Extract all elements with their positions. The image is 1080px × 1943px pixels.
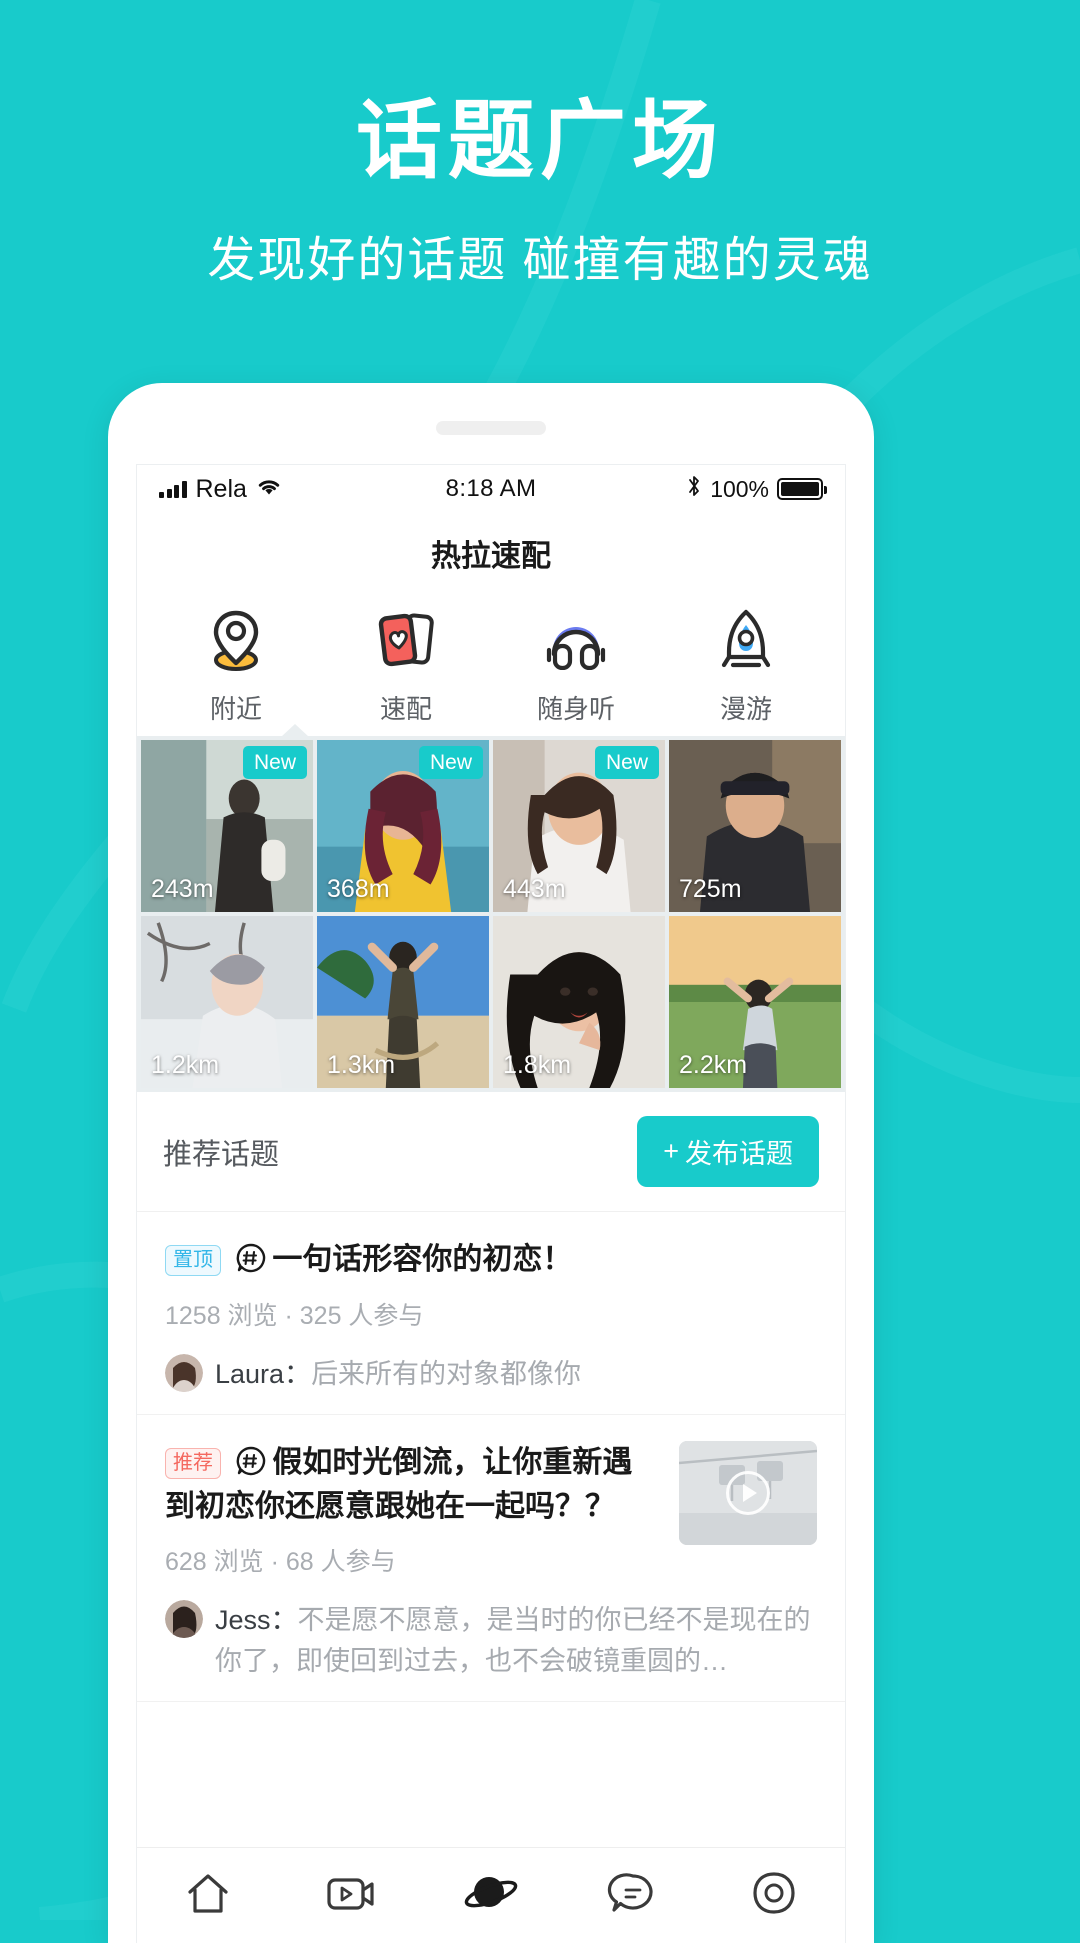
battery-percent: 100% [710, 475, 770, 502]
rocket-icon [709, 603, 783, 677]
phone-mockup: Rela 8:18 AM 100% 热拉速配 附近 速配 随身听 漫游 New … [108, 383, 874, 1943]
comment-user: Laura： [215, 1358, 312, 1389]
grid-cell[interactable]: New 443m [493, 740, 665, 912]
distance-label: 2.2km [679, 1051, 748, 1079]
topic-item[interactable]: 置顶 一句话形容你的初恋！ 1258 浏览 · 325 人参与 Laura：后来… [137, 1212, 845, 1415]
grid-cell[interactable]: 1.3km [317, 916, 489, 1088]
status-badge: 置顶 [165, 1245, 221, 1276]
bluetooth-icon [686, 474, 702, 504]
topic-thumbnail[interactable] [679, 1441, 817, 1545]
distance-label: 1.3km [327, 1051, 396, 1079]
new-badge: New [594, 746, 659, 780]
post-topic-button[interactable]: + 发布话题 [637, 1116, 819, 1187]
plus-icon: + [663, 1136, 679, 1166]
topic-title-row: 置顶 一句话形容你的初恋！ [165, 1238, 817, 1282]
grid-cell[interactable]: 1.2km [141, 916, 313, 1088]
feature-tab-label: 随身听 [536, 694, 615, 724]
topic-comment[interactable]: Jess：不是愿不愿意，是当时的你已经不是现在的你了，即使回到过去，也不会破镜重… [165, 1600, 817, 1681]
comment-text: Laura：后来所有的对象都像你 [215, 1354, 581, 1395]
chat-bubble-icon [607, 1868, 659, 1923]
status-time: 8:18 AM [445, 475, 537, 502]
active-tab-caret [281, 724, 309, 737]
recommend-header: 推荐话题 + 发布话题 [137, 1092, 845, 1212]
nearby-photo-grid: New 243m New 368m New 443m 725m 1.2km 1.… [137, 736, 845, 1092]
headphones-icon [539, 603, 613, 677]
recommend-title: 推荐话题 [163, 1138, 280, 1171]
comment-text: Jess：不是愿不愿意，是当时的你已经不是现在的你了，即使回到过去，也不会破镜重… [215, 1600, 817, 1681]
phone-speaker [436, 421, 546, 435]
feature-tab-match[interactable]: 速配 [321, 603, 491, 726]
grid-cell[interactable]: 1.8km [493, 916, 665, 1088]
feature-tab-radio[interactable]: 随身听 [491, 603, 661, 726]
topic-meta: 1258 浏览 · 325 人参与 [165, 1301, 424, 1330]
page-subtitle: 发现好的话题 碰撞有趣的灵魂 [207, 234, 873, 288]
grid-cell[interactable]: 725m [669, 740, 841, 912]
topic-title-text: 一句话形容你的初恋！ [272, 1243, 573, 1276]
avatar [165, 1353, 203, 1392]
wifi-icon [256, 475, 282, 503]
hashtag-icon [236, 1445, 266, 1476]
feature-tab-bar: 附近 速配 随身听 漫游 [137, 597, 845, 737]
topic-title-text: 假如时光倒流，让你重新遇到初恋你还愿意跟她在一起吗？？ [165, 1446, 633, 1523]
nav-item-video[interactable] [279, 1868, 421, 1923]
carrier-label: Rela [195, 474, 247, 503]
grid-cell[interactable]: New 368m [317, 740, 489, 912]
new-badge: New [242, 746, 307, 780]
location-pin-icon [199, 603, 273, 677]
hashtag-icon [236, 1242, 266, 1273]
distance-label: 243m [151, 875, 214, 903]
hero-section: 话题广场 发现好的话题 碰撞有趣的灵魂 [0, 0, 1080, 290]
home-icon [182, 1868, 234, 1923]
distance-label: 725m [679, 875, 742, 903]
heart-cards-icon [369, 603, 443, 677]
profile-icon [748, 1867, 800, 1924]
feature-tab-nearby[interactable]: 附近 [151, 603, 321, 726]
battery-icon [777, 478, 828, 500]
new-badge: New [418, 746, 483, 780]
feature-tab-label: 速配 [379, 694, 432, 724]
topic-list: 置顶 一句话形容你的初恋！ 1258 浏览 · 325 人参与 Laura：后来… [137, 1212, 845, 1943]
topic-item[interactable]: 推荐 假如时光倒流，让你重新遇到初恋你还愿意跟她在一起吗？？ 628 浏览 · … [137, 1415, 845, 1702]
distance-label: 1.2km [151, 1051, 220, 1079]
nav-item-chat[interactable] [562, 1868, 704, 1923]
topic-meta: 628 浏览 · 68 人参与 [165, 1548, 396, 1576]
status-bar: Rela 8:18 AM 100% [137, 465, 845, 513]
feature-tab-roam[interactable]: 漫游 [661, 603, 831, 726]
app-title: 热拉速配 [431, 540, 551, 573]
feature-tab-label: 附近 [209, 694, 262, 724]
status-badge: 推荐 [165, 1448, 221, 1479]
nav-item-home[interactable] [137, 1868, 279, 1923]
feature-tab-label: 漫游 [719, 694, 772, 724]
play-icon[interactable] [726, 1471, 770, 1515]
distance-label: 443m [503, 875, 566, 903]
distance-label: 368m [327, 875, 390, 903]
nav-item-profile[interactable] [703, 1867, 845, 1924]
bottom-navigation [137, 1847, 845, 1943]
post-topic-label: 发布话题 [685, 1139, 793, 1169]
comment-body: 后来所有的对象都像你 [311, 1358, 582, 1389]
planet-icon [462, 1867, 520, 1924]
grid-cell[interactable]: New 243m [141, 740, 313, 912]
video-icon [322, 1868, 376, 1923]
page-title: 话题广场 [356, 93, 724, 189]
topic-comment[interactable]: Laura：后来所有的对象都像你 [165, 1353, 817, 1395]
signal-bars-icon [159, 480, 187, 498]
grid-cell[interactable]: 2.2km [669, 916, 841, 1088]
comment-user: Jess： [215, 1605, 298, 1635]
nav-item-planet[interactable] [420, 1867, 562, 1924]
phone-screen: Rela 8:18 AM 100% 热拉速配 附近 速配 随身听 漫游 New … [136, 464, 846, 1943]
comment-body: 不是愿不愿意，是当时的你已经不是现在的你了，即使回到过去，也不会破镜重圆的… [215, 1605, 811, 1676]
avatar [165, 1600, 203, 1638]
distance-label: 1.8km [503, 1051, 572, 1079]
topic-title-row: 推荐 假如时光倒流，让你重新遇到初恋你还愿意跟她在一起吗？？ [165, 1441, 661, 1528]
